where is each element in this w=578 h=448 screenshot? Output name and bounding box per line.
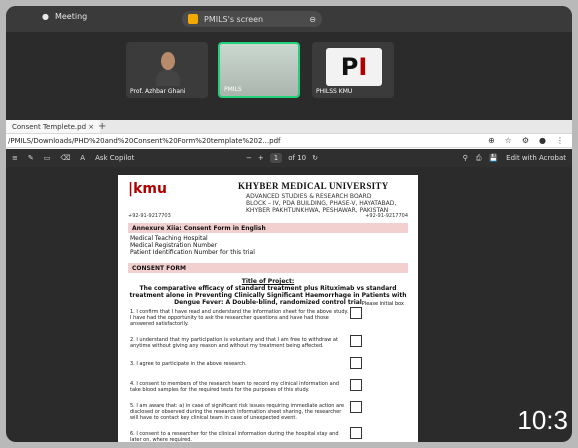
please-initial-box-label: Please initial box: [361, 301, 404, 307]
erase-icon[interactable]: ⌫: [60, 154, 70, 162]
consent-item: 2. I understand that my participation is…: [130, 337, 338, 349]
star-icon[interactable]: ☆: [505, 136, 512, 145]
browser-tabs: Consent Templete.pd × +: [6, 120, 572, 134]
address-text: /PMILS/Downloads/PHD%20and%20Consent%20F…: [8, 136, 281, 145]
consent-item: 3. I agree to participate in the above r…: [130, 361, 247, 367]
kmu-logo: |kmu: [128, 181, 167, 197]
browser-actions: ⊕ ☆ ⚙ ● ⋮: [488, 136, 564, 145]
participant-name: PMILS: [224, 86, 242, 93]
initial-box[interactable]: [350, 427, 362, 439]
browser-tab[interactable]: Consent Templete.pd ×: [6, 120, 101, 133]
pdf-tools-right: ⚲ ⎙ 💾 Edit with Acrobat: [463, 149, 566, 167]
consent-item: 5. I am aware that: a) in case of signif…: [130, 403, 345, 421]
meeting-topbar: ● Meeting PMILS's screen ⊖: [6, 6, 572, 32]
consent-item: 1. I confirm that I have read and unders…: [130, 309, 349, 327]
tab-label: Consent Templete.pd ×: [12, 122, 95, 131]
line-mrn: Medical Registration Number: [130, 242, 218, 249]
participant-tiles: Prof. Azhbar Ghani PMILS PI PHILSS KMU: [126, 42, 406, 98]
line-hospital: Medical Teaching Hospital: [130, 235, 208, 242]
share-screen-icon: [188, 14, 198, 24]
meeting-title[interactable]: ● Meeting: [42, 12, 87, 21]
phone-right: +92-91-9217704: [365, 213, 408, 219]
zoom-out-icon[interactable]: −: [246, 154, 252, 162]
draw-icon[interactable]: ✎: [28, 154, 34, 162]
menu-icon[interactable]: ≡: [12, 154, 18, 162]
more-icon[interactable]: ⋮: [556, 136, 564, 145]
new-tab-icon[interactable]: +: [98, 121, 106, 132]
phone-row: +92-91-9217703 +92-91-9217704: [128, 213, 408, 219]
consent-item: 4. I consent to members of the research …: [130, 381, 340, 393]
participant-name: PHILSS KMU: [316, 88, 353, 95]
project-title-label: Title of Project:: [241, 278, 295, 285]
document-subtitle: ADVANCED STUDIES & RESEARCH BOARD BLOCK …: [246, 193, 406, 214]
phone-left: +92-91-9217703: [128, 213, 171, 219]
pi-logo: PI: [326, 48, 382, 86]
zoom-in-icon[interactable]: +: [258, 154, 264, 162]
annexure-header: Annexure Xiia: Consent Form in English: [128, 223, 408, 233]
initial-box[interactable]: [350, 307, 362, 319]
pdf-viewer[interactable]: |kmu KHYBER MEDICAL UNIVERSITY ADVANCED …: [6, 167, 572, 442]
pdf-page: |kmu KHYBER MEDICAL UNIVERSITY ADVANCED …: [118, 175, 418, 442]
participant-avatar: [161, 52, 175, 70]
highlight-icon[interactable]: ▭: [44, 154, 51, 162]
stop-share-icon[interactable]: ⊖: [309, 15, 316, 24]
participant-tile-active[interactable]: PMILS: [218, 42, 300, 98]
print-icon[interactable]: ⎙: [476, 154, 482, 163]
address-line: BLOCK – IV, PDA BUILDING, PHASE-V, HAYAT…: [246, 200, 397, 214]
meeting-label: Meeting: [54, 12, 88, 21]
profile-icon[interactable]: ●: [539, 136, 546, 145]
initial-box[interactable]: [350, 335, 362, 347]
teams-icon: ●: [42, 12, 49, 21]
subtitle-board: ADVANCED STUDIES & RESEARCH BOARD: [246, 193, 372, 200]
hospital-lines: Medical Teaching Hospital Medical Regist…: [130, 235, 255, 256]
consent-form-header: CONSENT FORM: [128, 263, 408, 273]
edit-with-acrobat-button[interactable]: Edit with Acrobat: [506, 154, 566, 162]
initial-box[interactable]: [350, 357, 362, 369]
initial-box[interactable]: [350, 401, 362, 413]
participant-tile[interactable]: Prof. Azhbar Ghani: [126, 42, 208, 98]
ask-copilot-button[interactable]: Ask Copilot: [95, 154, 134, 162]
consent-item: 6. I consent to a researcher for the cli…: [130, 431, 339, 442]
extensions-icon[interactable]: ⚙: [522, 136, 529, 145]
share-label: PMILS's screen: [204, 14, 264, 24]
shared-screen: Consent Templete.pd × + /PMILS/Downloads…: [6, 120, 572, 442]
save-icon[interactable]: 💾: [489, 154, 498, 162]
search-icon[interactable]: ⚲: [463, 154, 468, 162]
participant-avatar-body: [156, 70, 180, 86]
page-total: of 10: [288, 154, 307, 162]
pdf-toolbar: ≡ ✎ ▭ ⌫ A Ask Copilot − + 1 of 10 ↻ ⚲ ⎙ …: [6, 149, 572, 167]
zoom-icon[interactable]: ⊕: [488, 136, 495, 145]
initial-box[interactable]: [350, 379, 362, 391]
screen-share-indicator[interactable]: PMILS's screen ⊖: [182, 11, 322, 27]
meeting-window: ● Meeting PMILS's screen ⊖ Prof. Azhbar …: [6, 6, 572, 442]
line-patient-id: Patient Identification Number for this t…: [130, 249, 255, 256]
participant-name: Prof. Azhbar Ghani: [130, 88, 186, 95]
rotate-icon[interactable]: ↻: [312, 154, 318, 162]
read-aloud-icon[interactable]: A: [80, 154, 85, 162]
page-number-input[interactable]: 1: [269, 153, 283, 163]
logo-text: kmu: [133, 181, 167, 197]
university-name: KHYBER MEDICAL UNIVERSITY: [238, 181, 389, 191]
participant-tile[interactable]: PI PHILSS KMU: [312, 42, 394, 98]
page-navigation: − + 1 of 10 ↻: [246, 149, 318, 167]
clock-overlay: 10:3: [517, 405, 568, 435]
pdf-tools-left: ≡ ✎ ▭ ⌫ A Ask Copilot: [12, 154, 134, 162]
